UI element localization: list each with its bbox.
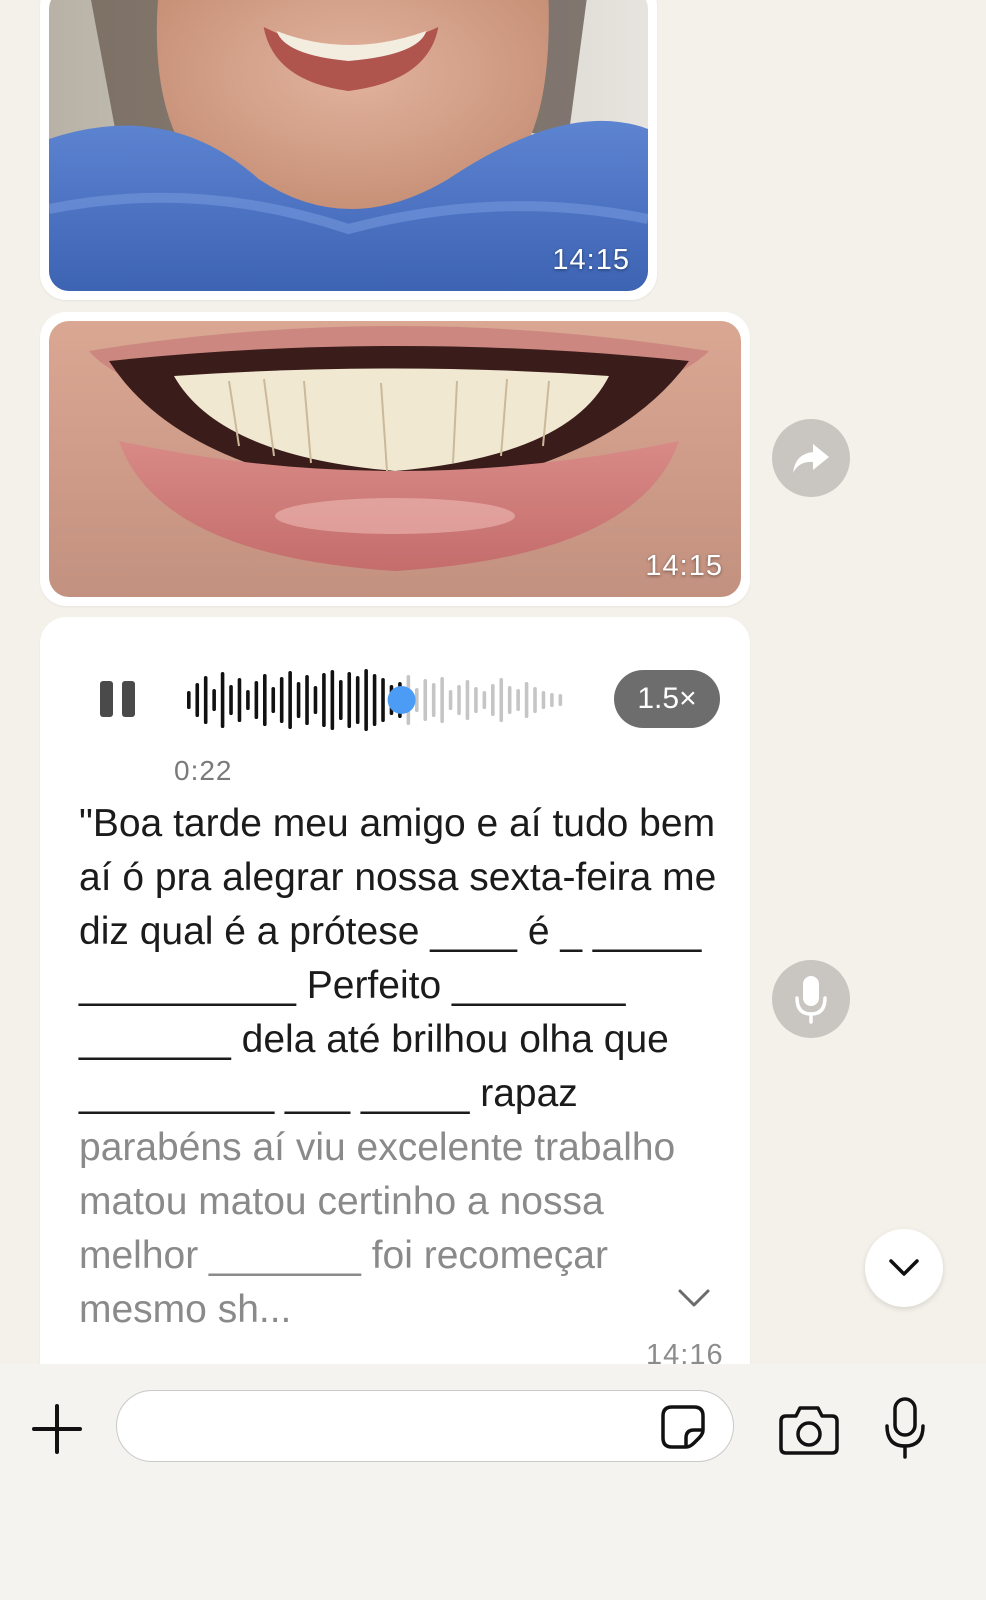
waveform-bar [491,684,495,716]
waveform-bar [550,693,554,707]
waveform-bar [499,678,504,722]
audio-waveform[interactable] [183,665,563,735]
waveform-bar [296,682,301,718]
waveform-bar [195,683,200,717]
waveform-bar [524,682,529,718]
waveform-bar [288,671,292,729]
waveform-bar [313,686,318,714]
scroll-to-bottom-button[interactable] [865,1229,943,1307]
playback-speed-button[interactable]: 1.5× [614,670,720,728]
waveform-bar [254,681,259,719]
waveform-bar [507,686,512,714]
waveform-bar [229,685,233,715]
pause-button[interactable] [98,679,138,719]
waveform-bar [347,672,352,728]
waveform-bar [533,687,537,713]
waveform-bar [220,672,225,728]
chevron-down-icon [889,1259,919,1276]
message-input[interactable] [116,1390,734,1462]
camera-icon[interactable] [778,1402,840,1456]
image-message[interactable]: 14:15 [40,0,657,300]
microphone-icon [795,976,827,1024]
voice-transcript: "Boa tarde meu amigo e aí tudo bem aí ó … [79,797,719,1337]
waveform-bar [381,678,385,722]
waveform-bar [322,673,326,727]
waveform-bar [457,685,461,715]
waveform-bar [423,679,428,721]
photo-smiling-woman[interactable]: 14:15 [49,0,648,291]
message-timestamp: 14:16 [646,1339,724,1364]
waveform-bar [330,670,335,730]
waveform-bar [187,691,191,709]
voice-duration: 0:22 [174,755,233,786]
waveform-bar [355,676,360,724]
pause-icon [100,681,113,717]
transcript-text-faded: parabéns aí viu excelente trabalho matou… [79,1126,676,1331]
waveform-bar [516,689,520,711]
forward-arrow-icon [793,444,829,473]
playback-position-handle[interactable] [387,686,416,714]
waveform-bar [212,689,216,711]
waveform-bar [246,690,250,710]
message-timestamp: 14:15 [645,550,723,582]
sticker-icon[interactable] [660,1404,706,1450]
voice-record-button[interactable] [772,960,850,1038]
chevron-down-icon[interactable] [676,1285,712,1313]
waveform-bar [448,690,453,710]
plus-icon[interactable] [30,1402,84,1456]
waveform-bar [271,687,276,713]
waveform-bar [431,683,436,717]
photo-image [49,321,741,597]
waveform-bar [339,680,343,720]
waveform-bar [541,691,546,709]
waveform-bar [465,680,470,720]
message-timestamp: 14:15 [552,244,630,276]
forward-button[interactable] [772,419,850,497]
waveform-bar [558,694,563,706]
waveform-bar [482,691,487,709]
photo-smile-closeup[interactable]: 14:15 [49,321,741,597]
waveform-bar [263,674,267,726]
waveform-bar [279,677,284,723]
waveform-bar [474,687,478,713]
voice-message[interactable]: 1.5× 0:22 "Boa tarde meu amigo e aí tudo… [40,617,750,1364]
waveform-bar [440,677,444,723]
waveform-bar [372,674,377,726]
message-composer [0,1364,986,1600]
transcript-text: "Boa tarde meu amigo e aí tudo bem aí ó … [79,802,717,1115]
waveform-bar [364,669,368,731]
waveform-bar [237,678,242,722]
waveform-bar [305,675,309,725]
microphone-icon[interactable] [882,1396,928,1460]
image-message[interactable]: 14:15 [40,312,750,606]
chat-area: 14:15 14:15 1.5× 0:22 "Boa tarde meu ami… [0,0,986,1364]
waveform-bar [203,676,208,724]
